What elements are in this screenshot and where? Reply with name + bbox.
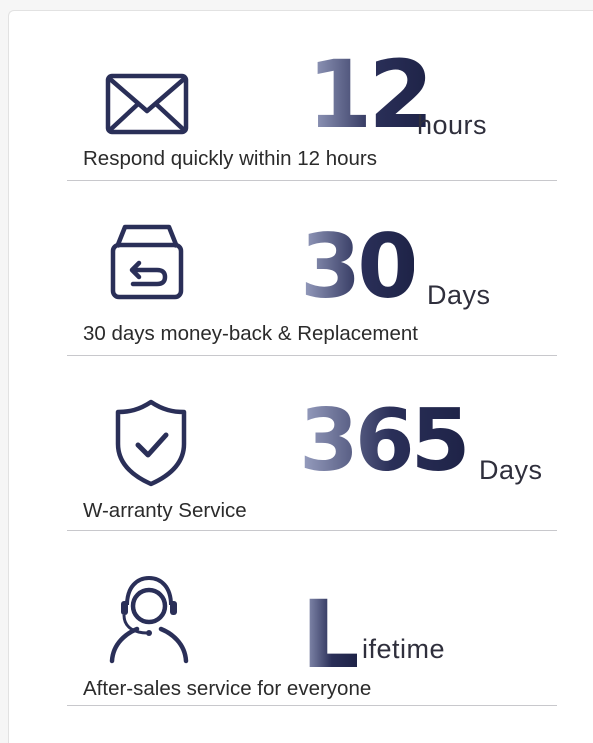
- money-back-caption: 30 days money-back & Replacement: [83, 322, 419, 345]
- lifetime-unit: ifetime: [362, 634, 446, 664]
- guarantee-item-money-back: 30 Days 30 days money-back & Replacement: [67, 181, 557, 356]
- mail-envelope-icon: [105, 73, 189, 135]
- guarantee-item-warranty: 365 Days W-arranty Service: [67, 356, 557, 531]
- shield-check-icon: [113, 398, 189, 488]
- warranty-days-unit: Days: [479, 455, 543, 485]
- response-hours-unit: hours: [417, 110, 488, 140]
- response-caption: Respond quickly within 12 hours: [83, 147, 377, 170]
- warranty-caption: W-arranty Service: [83, 499, 247, 522]
- warranty-days-number: 365: [299, 391, 471, 491]
- service-guarantee-panel: 12 hours Respond quickly within 12 hours…: [8, 10, 593, 743]
- lifetime-letter: L: [301, 581, 361, 690]
- headset-agent-icon: [107, 573, 191, 665]
- money-back-days-number: 30: [300, 215, 418, 318]
- guarantee-item-response: 12 hours Respond quickly within 12 hours: [67, 11, 557, 181]
- return-box-icon: [107, 221, 187, 301]
- after-sales-caption: After-sales service for everyone: [83, 677, 372, 700]
- money-back-days-unit: Days: [427, 280, 491, 310]
- guarantee-item-after-sales: L ifetime After-sales service for everyo…: [67, 531, 557, 706]
- response-hours-number: 12: [307, 41, 434, 150]
